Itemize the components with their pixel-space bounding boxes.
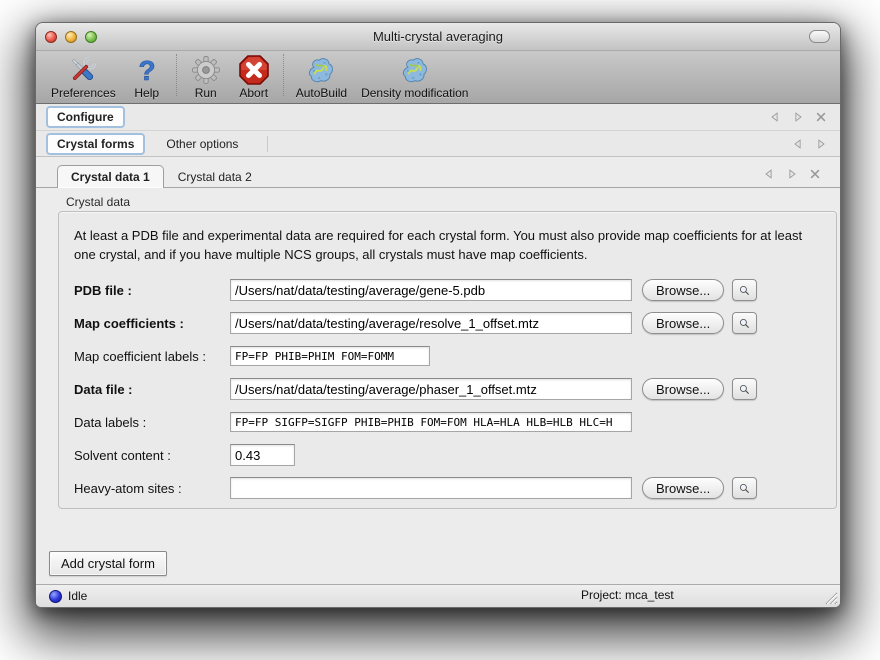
crystal-data-tab-row: Crystal data 1 Crystal data 2	[36, 157, 840, 188]
magnifier-icon	[739, 283, 750, 298]
data-file-label: Data file :	[74, 382, 230, 397]
toolbar-button-label: AutoBuild	[296, 86, 347, 100]
heavy-atom-sites-view-button[interactable]	[732, 477, 757, 499]
pdb-file-view-button[interactable]	[732, 279, 757, 301]
tools-icon	[66, 54, 100, 86]
protein-icon	[398, 54, 432, 86]
tab-scroll-left-button[interactable]	[762, 167, 776, 181]
toolbar-button-abort[interactable]: Abort	[230, 53, 278, 101]
tab-scroll-right-button[interactable]	[814, 137, 828, 151]
toolbar-button-preferences[interactable]: Preferences	[44, 53, 123, 101]
toolbar-button-density-modification[interactable]: Density modification	[354, 53, 475, 101]
toolbar-button-label: Help	[134, 86, 159, 100]
add-crystal-form-button[interactable]: Add crystal form	[49, 551, 167, 576]
pdb-file-browse-button[interactable]: Browse...	[642, 279, 724, 301]
magnifier-icon	[739, 382, 750, 397]
heavy-atom-sites-label: Heavy-atom sites :	[74, 481, 230, 496]
map-coefficients-label: Map coefficients :	[74, 316, 230, 331]
crystal-forms-page: Crystal data 1 Crystal data 2 Crystal da…	[36, 157, 840, 608]
form-row-data-labels: Data labels : Browse...	[74, 411, 836, 433]
close-window-button[interactable]	[45, 31, 57, 43]
data-labels-input[interactable]	[230, 412, 632, 432]
tab-scroll-right-button[interactable]	[785, 167, 799, 181]
form-row-map-coefficients: Map coefficients : Browse...	[74, 312, 836, 334]
status-bar: Idle Project: mca_test	[36, 584, 840, 607]
tab-scroll-right-button[interactable]	[791, 110, 805, 124]
toolbar-button-label: Density modification	[361, 86, 468, 100]
minimize-window-button[interactable]	[65, 31, 77, 43]
data-file-browse-button[interactable]: Browse...	[642, 378, 724, 400]
map-coefficients-view-button[interactable]	[732, 312, 757, 334]
project-label: Project: mca_test	[581, 588, 674, 602]
tab-close-button[interactable]	[808, 167, 822, 181]
crystal-forms-tab-row: Crystal forms Other options	[36, 131, 840, 157]
tab-strip-level2: Crystal forms Other options	[46, 133, 259, 155]
toolbar-button-label: Preferences	[51, 86, 116, 100]
tab-strip-level1: Configure	[46, 106, 135, 128]
protein-icon	[304, 54, 338, 86]
tab-crystal-data-1[interactable]: Crystal data 1	[57, 165, 164, 188]
titlebar: Multi-crystal averaging	[36, 23, 840, 51]
crystal-data-description: At least a PDB file and experimental dat…	[74, 226, 814, 264]
window-title: Multi-crystal averaging	[36, 29, 840, 44]
form-row-solvent-content: Solvent content : Browse...	[74, 444, 836, 466]
tab-close-button[interactable]	[814, 110, 828, 124]
form-row-map-coefficient-labels: Map coefficient labels : Browse...	[74, 345, 836, 367]
toolbar-button-label: Abort	[239, 86, 268, 100]
toolbar-button-help[interactable]: Help	[123, 53, 171, 101]
groupbox-legend: Crystal data	[66, 195, 840, 209]
tab-scroll-left-button[interactable]	[768, 110, 782, 124]
toolbar-button-run[interactable]: Run	[182, 53, 230, 101]
tab-crystal-data-2[interactable]: Crystal data 2	[164, 165, 266, 188]
magnifier-icon	[739, 316, 750, 331]
pdb-file-label: PDB file :	[74, 283, 230, 298]
map-coefficients-input[interactable]	[230, 312, 632, 334]
solvent-content-label: Solvent content :	[74, 448, 230, 463]
configure-tab-row: Configure	[36, 104, 840, 131]
data-file-view-button[interactable]	[732, 378, 757, 400]
status-text: Idle	[68, 589, 87, 603]
toolbar-button-autobuild[interactable]: AutoBuild	[289, 53, 354, 101]
abort-icon	[237, 54, 271, 86]
form-row-pdb-file: PDB file : Browse...	[74, 279, 836, 301]
form-row-heavy-atom-sites: Heavy-atom sites : Browse...	[74, 477, 836, 499]
tab-strip-level3: Crystal data 1 Crystal data 2	[57, 164, 266, 187]
map-coefficient-labels-input[interactable]	[230, 346, 430, 366]
toolbar-toggle-button[interactable]	[809, 30, 830, 43]
app-window: Multi-crystal averaging Preferences Help…	[35, 22, 841, 608]
tab-crystal-forms[interactable]: Crystal forms	[46, 133, 145, 155]
form-row-data-file: Data file : Browse...	[74, 378, 836, 400]
tab-nav-cluster-2	[791, 137, 832, 151]
data-file-input[interactable]	[230, 378, 632, 400]
heavy-atom-sites-input[interactable]	[230, 477, 632, 499]
zoom-window-button[interactable]	[85, 31, 97, 43]
gear-icon	[189, 54, 223, 86]
tab-divider	[267, 136, 268, 152]
status-indicator-icon	[49, 590, 62, 603]
window-controls	[45, 31, 97, 43]
map-coefficients-browse-button[interactable]: Browse...	[642, 312, 724, 334]
tab-nav-cluster-1	[768, 110, 832, 124]
map-coefficient-labels-label: Map coefficient labels :	[74, 349, 230, 364]
crystal-data-groupbox: At least a PDB file and experimental dat…	[58, 211, 837, 509]
toolbar-separator	[283, 54, 284, 96]
resize-grip[interactable]	[823, 590, 838, 605]
data-labels-label: Data labels :	[74, 415, 230, 430]
toolbar: Preferences Help Run Abort AutoBuild Den…	[36, 51, 840, 104]
heavy-atom-sites-browse-button[interactable]: Browse...	[642, 477, 724, 499]
pdb-file-input[interactable]	[230, 279, 632, 301]
solvent-content-input[interactable]	[230, 444, 295, 466]
toolbar-button-label: Run	[195, 86, 217, 100]
crystal-data-form: PDB file : Browse... Map coefficients : …	[74, 279, 836, 499]
help-icon	[130, 54, 164, 86]
tab-scroll-left-button[interactable]	[791, 137, 805, 151]
magnifier-icon	[739, 481, 750, 496]
toolbar-separator	[176, 54, 177, 96]
tab-nav-cluster-3	[762, 167, 826, 181]
tab-other-options[interactable]: Other options	[155, 133, 249, 155]
tab-configure[interactable]: Configure	[46, 106, 125, 128]
